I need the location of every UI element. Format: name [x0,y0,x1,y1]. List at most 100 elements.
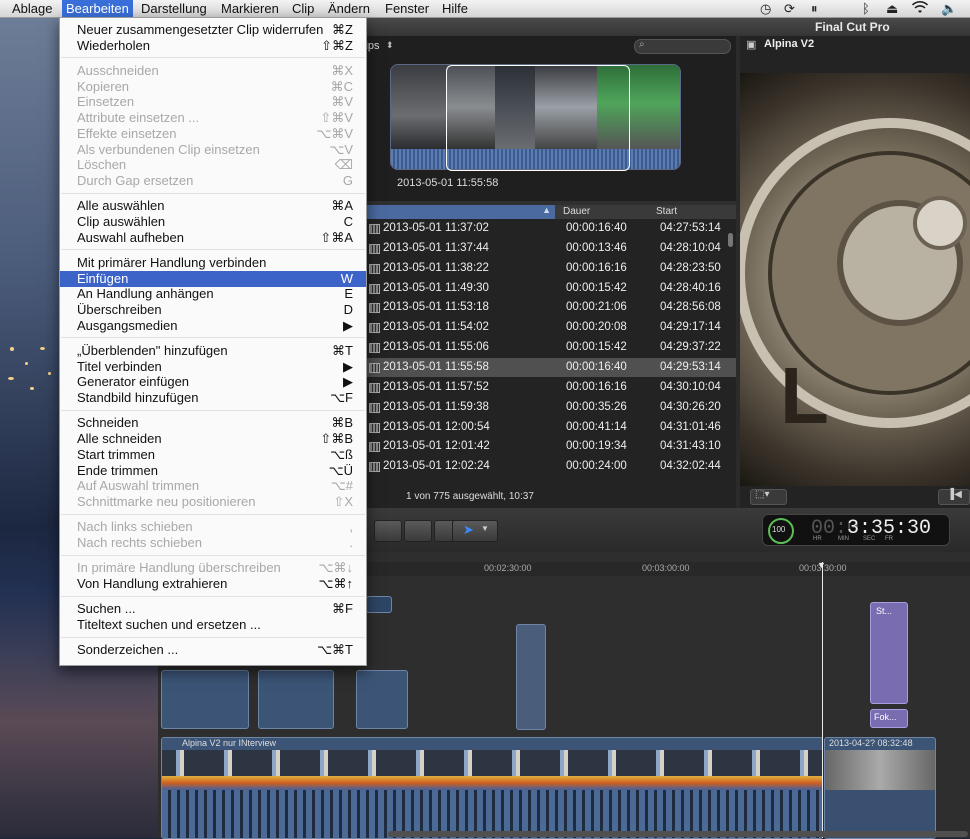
connected-clip[interactable] [356,670,408,729]
clock-icon[interactable]: ◷ [760,1,771,16]
append-button[interactable] [404,520,432,542]
fit-zoom-button[interactable]: ⬚▾ [750,489,787,505]
menu-separator [61,554,365,556]
skip-back-icon: ▐◀ [947,489,962,500]
primary-clip-2[interactable]: 2013-04-2? 08:32:48 [824,737,936,839]
ruler-mark: 00:02:30:00 [484,563,532,573]
film-icon [369,343,380,354]
clip-list-row[interactable]: 2013-05-01 11:55:58 00:00:16:40 04:29:53:1… [363,357,736,377]
playhead[interactable] [822,562,823,838]
menu-aendern[interactable]: Ändern [328,1,370,16]
menu-item-shortcut: . [349,534,353,550]
menu-item-clip-auswählen[interactable]: Clip auswählen C [60,214,366,230]
wifi-icon[interactable] [911,1,929,17]
dashboard-timecode[interactable]: 100 00:0 3:35:30 HR MIN SEC FR [762,514,950,546]
menu-ablage[interactable]: Ablage [12,1,52,16]
menu-item-shortcut: ⌘C [330,78,353,94]
menu-item-einfügen[interactable]: Einfügen W [60,270,366,287]
bluetooth-icon[interactable]: ᛒ [862,1,870,16]
menu-clip[interactable]: Clip [292,1,314,16]
clip-list-row[interactable]: 2013-05-01 12:01:42 00:00:19:34 04:31:43:1… [363,437,736,456]
menu-item-titeltext-suchen-und-ersetzen[interactable]: Titeltext suchen und ersetzen ... [60,617,366,633]
menu-bearbeiten[interactable]: Bearbeiten [62,0,133,17]
menu-item-ausgangsmedien[interactable]: Ausgangsmedien ▶ [60,318,366,334]
clip-name: 2013-05-01 11:53:18 [383,301,489,314]
viewer-video-frame[interactable]: L [740,73,970,486]
column-header-name[interactable]: ▲ [363,205,555,219]
menu-item-shortcut: ⌥Ü [328,462,353,478]
menu-item-von-handlung-extrahieren[interactable]: Von Handlung extrahieren ⌥⌘↑ [60,576,366,592]
connected-clip[interactable] [366,596,392,613]
clip-start: 04:30:26:20 [660,400,721,413]
menu-item-label: „Überblenden" hinzufügen [77,343,228,358]
clip-list-row[interactable]: 2013-05-01 11:59:38 00:00:35:26 04:30:26:2… [363,398,736,417]
primary-clip-2-label: 2013-04-2? 08:32:48 [829,738,913,748]
column-header-dauer[interactable]: Dauer [563,206,590,217]
list-header: ▲ Dauer Start [363,205,736,219]
playhead-marker-icon[interactable]: ▼ [817,560,826,570]
menu-item-wiederholen[interactable]: Wiederholen ⇧⌘Z [60,38,366,54]
clip-name: 2013-05-01 12:02:24 [383,460,490,473]
menu-item-ende-trimmen[interactable]: Ende trimmen ⌥Ü [60,463,366,479]
menu-item-alle-auswählen[interactable]: Alle auswählen ⌘A [60,198,366,214]
menu-item-suchen[interactable]: Suchen ... ⌘F [60,601,366,617]
clip-duration: 00:00:16:40 [566,360,627,373]
clip-list-row[interactable]: 2013-05-01 11:53:18 00:00:21:06 04:28:56:0… [363,298,736,317]
viewer-title: Alpina V2 [764,38,815,50]
chevron-updown-icon[interactable]: ⬍ [386,40,394,51]
menu-item-standbild-hinzufügen[interactable]: Standbild hinzufügen ⌥F [60,390,366,406]
menu-hilfe[interactable]: Hilfe [442,1,468,16]
clip-list-row[interactable]: 2013-05-01 12:00:54 00:00:41:14 04:31:01:4… [363,418,736,437]
connect-button[interactable] [374,520,402,542]
connected-clip[interactable] [258,670,334,729]
clip-list-row[interactable]: 2013-05-01 11:54:02 00:00:20:08 04:29:17:1… [363,318,736,337]
menu-item-generator-einfügen[interactable]: Generator einfügen ▶ [60,374,366,390]
range-selection[interactable] [446,65,630,171]
timeline-scrollbar[interactable] [388,831,968,837]
play-back-button[interactable]: ▐◀ [938,489,970,505]
menu-item-einsetzen: Einsetzen ⌘V [60,94,366,110]
menu-item-label: Titeltext suchen und ersetzen ... [77,616,261,632]
menu-item-an-handlung-anhängen[interactable]: An Handlung anhängen E [60,286,366,302]
volume-icon[interactable]: 🔈 [941,1,957,16]
clip-list-row[interactable]: 2013-05-01 12:02:24 00:00:24:00 04:32:02:4… [363,457,736,476]
menu-item-label: Mit primärer Handlung verbinden [77,254,267,270]
menu-item-titel-verbinden[interactable]: Titel verbinden ▶ [60,359,366,375]
clip-list-row[interactable]: 2013-05-01 11:37:02 00:00:16:40 04:27:53:1… [363,219,736,238]
clip-duration: 00:00:16:16 [566,380,627,393]
menu-item-schneiden[interactable]: Schneiden ⌘B [60,415,366,431]
menu-item-sonderzeichen[interactable]: Sonderzeichen ... ⌥⌘T [60,642,366,658]
clip-list-row[interactable]: 2013-05-01 11:37:44 00:00:13:46 04:28:10:0… [363,239,736,258]
menu-item-überschreiben[interactable]: Überschreiben D [60,302,366,318]
pause-icon[interactable]: ⏸ [811,1,818,16]
menu-separator [61,513,365,515]
menu-item-in-primäre-handlung-überschreiben: In primäre Handlung überschreiben ⌥⌘↓ [60,560,366,576]
clip-list-row[interactable]: 2013-05-01 11:49:30 00:00:15:42 04:28:40:1… [363,279,736,298]
clip-list-row[interactable]: 2013-05-01 11:38:22 00:00:16:16 04:28:23:5… [363,259,736,278]
menu-markieren[interactable]: Markieren [221,1,279,16]
menu-fenster[interactable]: Fenster [385,1,429,16]
search-input[interactable]: ⌕ [634,39,731,54]
primary-clip[interactable]: Alpina V2 nur INterview [161,737,823,839]
sync-icon[interactable]: ⟳ [784,1,795,16]
clip-duration: 00:00:35:26 [566,400,627,413]
timecode-unit-sec: SEC [863,536,876,542]
eject-icon[interactable]: ⏏ [886,1,898,16]
clip-list-row[interactable]: 2013-05-01 11:57:52 00:00:16:16 04:30:10:0… [363,378,736,397]
menu-item-shortcut: ⌥⌘↓ [318,560,353,576]
title-clip-2[interactable]: Fok... [870,709,908,728]
menu-item-neuer-zusammengesetzter-clip-widerrufen[interactable]: Neuer zusammengesetzter Clip widerrufen ⌘… [60,22,366,38]
connected-clip[interactable] [161,670,249,729]
select-tool-button[interactable]: ➤ ▼ [452,520,498,542]
clip-list-row[interactable]: 2013-05-01 11:55:06 00:00:15:42 04:29:37:2… [363,338,736,357]
column-header-start[interactable]: Start [656,206,677,217]
menu-item-alle-schneiden[interactable]: Alle schneiden ⇧⌘B [60,431,366,447]
connected-clip-thumb[interactable] [516,624,546,730]
menu-item-mit-primärer-handlung-verbinden[interactable]: Mit primärer Handlung verbinden [60,255,366,271]
menu-item-start-trimmen[interactable]: Start trimmen ⌥ß [60,447,366,463]
title-clip[interactable]: St... [870,602,908,704]
menu-darstellung[interactable]: Darstellung [141,1,207,16]
menu-item-überblenden-hinzufügen[interactable]: „Überblenden" hinzufügen ⌘T [60,343,366,359]
menu-item-auswahl-aufheben[interactable]: Auswahl aufheben ⇧⌘A [60,230,366,246]
background-tasks-indicator[interactable]: 100 [768,518,794,544]
